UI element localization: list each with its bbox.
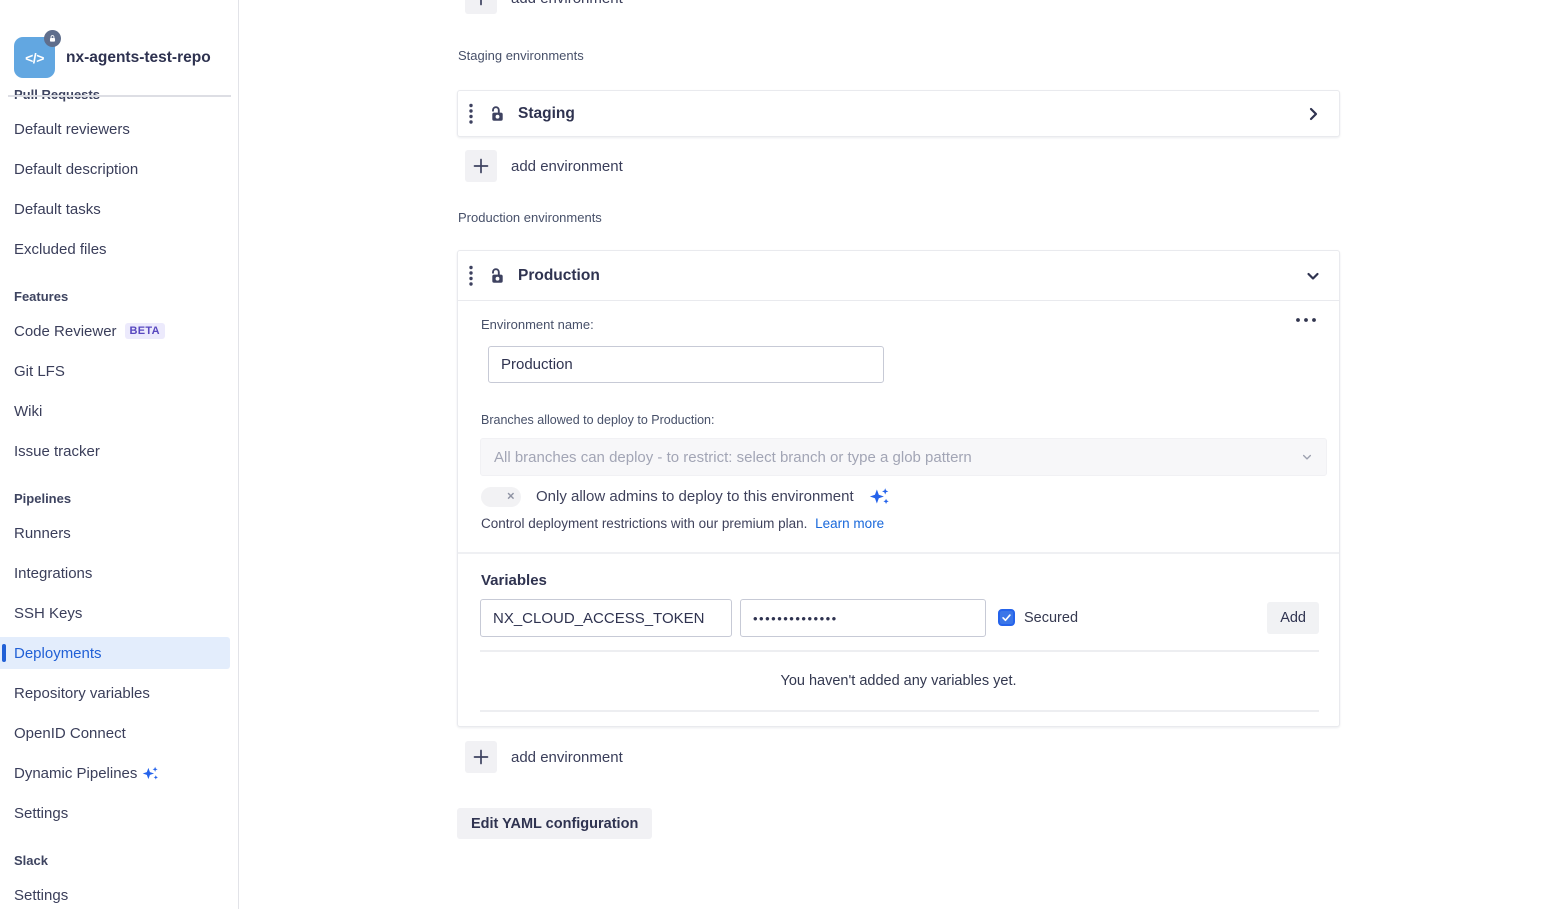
drag-handle-icon[interactable] <box>469 265 473 287</box>
variables-divider <box>480 650 1319 652</box>
secured-label: Secured <box>1024 610 1078 626</box>
edit-yaml-configuration-button[interactable]: Edit YAML configuration <box>457 808 652 839</box>
premium-plan-text-row: Control deployment restrictions with our… <box>481 516 884 531</box>
sparkles-icon <box>142 765 159 782</box>
production-panel-header[interactable]: Production <box>458 251 1339 301</box>
sidebar-item-openid-connect[interactable]: OpenID Connect <box>0 717 230 749</box>
sidebar-heading-pipelines: Pipelines <box>0 482 230 514</box>
active-indicator-bar <box>2 644 6 662</box>
sidebar-item-ssh-keys[interactable]: SSH Keys <box>0 597 230 629</box>
add-production-environment-button[interactable]: add environment <box>465 741 623 773</box>
unlock-icon <box>486 104 506 124</box>
chevron-right-icon[interactable] <box>1305 106 1321 122</box>
production-environment-panel: Production Environment name: Production … <box>457 250 1340 727</box>
chevron-down-icon[interactable] <box>1305 268 1321 284</box>
production-panel-body: Environment name: Production Branches al… <box>458 301 1339 554</box>
sidebar-item-repository-variables[interactable]: Repository variables <box>0 677 230 709</box>
variable-name-input[interactable]: NX_CLOUD_ACCESS_TOKEN <box>480 599 732 637</box>
sidebar-item-default-reviewers[interactable]: Default reviewers <box>0 113 230 145</box>
toggle-x-icon: ✕ <box>507 491 515 502</box>
code-icon: </> <box>25 50 44 66</box>
variable-value-input[interactable]: •••••••••••••• <box>740 599 986 637</box>
sparkles-icon <box>869 486 890 507</box>
sidebar-item-default-description[interactable]: Default description <box>0 153 230 185</box>
sidebar-heading-slack: Slack <box>0 844 230 876</box>
unlock-icon <box>486 266 506 286</box>
sidebar-item-issue-tracker[interactable]: Issue tracker <box>0 435 230 467</box>
sidebar-item-integrations[interactable]: Integrations <box>0 557 230 589</box>
sidebar-item-pipelines-settings[interactable]: Settings <box>0 797 230 829</box>
repo-name: nx-agents-test-repo <box>66 49 211 67</box>
drag-handle-icon[interactable] <box>469 103 473 125</box>
staging-title: Staging <box>518 105 575 123</box>
sidebar-item-default-tasks[interactable]: Default tasks <box>0 193 230 225</box>
environment-name-input[interactable]: Production <box>488 346 884 383</box>
deployments-settings-content: add environment Staging environments Sta… <box>457 0 1340 909</box>
beta-badge: BETA <box>125 323 165 339</box>
variables-section: Variables NX_CLOUD_ACCESS_TOKEN ••••••••… <box>458 554 1339 726</box>
variables-divider <box>480 710 1319 712</box>
branches-allowed-label: Branches allowed to deploy to Production… <box>481 413 714 427</box>
secured-checkbox-row[interactable]: Secured <box>998 609 1078 626</box>
sidebar-item-slack-settings[interactable]: Settings <box>0 879 230 911</box>
plus-icon <box>465 0 497 14</box>
add-staging-environment-button[interactable]: add environment <box>465 150 623 182</box>
variables-heading: Variables <box>481 572 547 589</box>
branches-select[interactable]: All branches can deploy - to restrict: s… <box>480 438 1327 476</box>
sidebar-item-deployments[interactable]: Deployments <box>0 637 230 669</box>
settings-sidebar: </> nx-agents-test-repo Pull Requests De… <box>0 0 239 909</box>
add-variable-button[interactable]: Add <box>1267 602 1319 634</box>
environment-name-label: Environment name: <box>481 317 594 332</box>
sidebar-item-dynamic-pipelines[interactable]: Dynamic Pipelines <box>0 757 230 789</box>
plus-icon <box>465 741 497 773</box>
more-options-icon[interactable] <box>1295 317 1317 323</box>
admin-only-toggle-label: Only allow admins to deploy to this envi… <box>536 488 854 505</box>
staging-environment-card[interactable]: Staging <box>457 90 1340 137</box>
variables-empty-text: You haven't added any variables yet. <box>458 673 1339 689</box>
sidebar-item-code-reviewer[interactable]: Code Reviewer BETA <box>0 315 230 347</box>
sidebar-item-git-lfs[interactable]: Git LFS <box>0 355 230 387</box>
production-section-label: Production environments <box>458 210 602 225</box>
add-environment-button-clipped[interactable]: add environment <box>465 0 623 14</box>
private-repo-lock-icon <box>44 30 61 47</box>
staging-section-label: Staging environments <box>458 48 584 63</box>
secured-checkbox[interactable] <box>998 609 1015 626</box>
sidebar-section-divider <box>8 95 231 97</box>
sidebar-heading-features: Features <box>0 280 230 312</box>
sidebar-item-runners[interactable]: Runners <box>0 517 230 549</box>
repo-header: </> nx-agents-test-repo <box>14 37 211 78</box>
sidebar-item-excluded-files[interactable]: Excluded files <box>0 233 230 265</box>
repo-avatar: </> <box>14 37 55 78</box>
production-title: Production <box>518 267 600 285</box>
select-chevron-down-icon <box>1301 451 1313 463</box>
learn-more-link[interactable]: Learn more <box>815 516 884 531</box>
admin-only-toggle-row: ✕ Only allow admins to deploy to this en… <box>481 486 890 507</box>
plus-icon <box>465 150 497 182</box>
sidebar-item-wiki[interactable]: Wiki <box>0 395 230 427</box>
premium-plan-text: Control deployment restrictions with our… <box>481 516 807 531</box>
admin-only-toggle[interactable]: ✕ <box>481 487 521 507</box>
